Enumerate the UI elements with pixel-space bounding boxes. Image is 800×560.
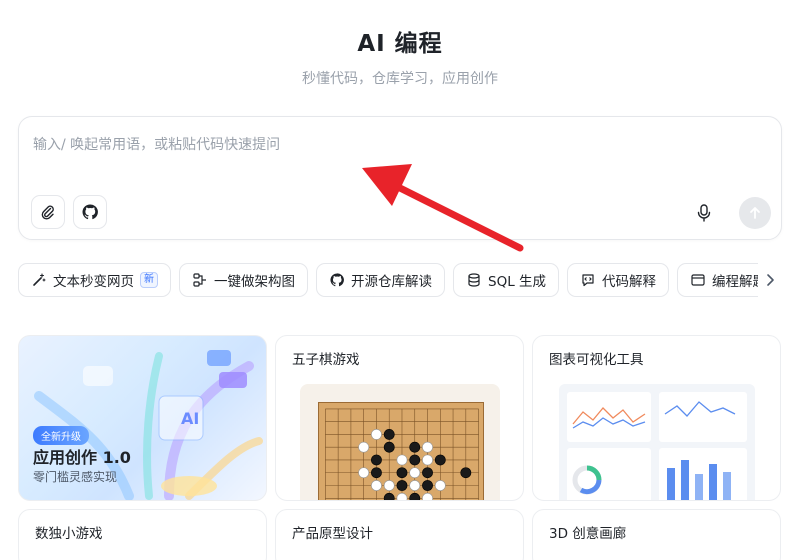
black-stone bbox=[396, 480, 408, 491]
white-stone bbox=[396, 492, 408, 500]
attach-button[interactable] bbox=[31, 195, 65, 229]
chip-label: 一键做架构图 bbox=[214, 274, 295, 290]
black-stone bbox=[383, 429, 395, 440]
chip-code-explain[interactable]: 代码解释 bbox=[567, 263, 670, 297]
database-icon bbox=[466, 272, 482, 288]
black-stone bbox=[422, 480, 433, 491]
template-card-gomoku[interactable]: 五子棋游戏 bbox=[275, 335, 524, 501]
template-card-prototype[interactable]: 产品原型设计 bbox=[275, 509, 524, 560]
gomoku-board bbox=[318, 402, 484, 500]
template-card-3d-gallery[interactable]: 3D 创意画廊 bbox=[532, 509, 781, 560]
white-stone bbox=[371, 480, 382, 491]
card-title: 图表可视化工具 bbox=[549, 352, 644, 368]
window-icon bbox=[690, 272, 706, 288]
white-stone bbox=[409, 467, 421, 479]
microphone-icon bbox=[697, 204, 711, 222]
chip-text-to-webpage[interactable]: 文本秒变网页 新 bbox=[18, 263, 171, 297]
white-stone bbox=[422, 492, 433, 500]
chip-label: 文本秒变网页 bbox=[53, 274, 134, 290]
chip-sql-generate[interactable]: SQL 生成 bbox=[453, 263, 560, 297]
white-stone bbox=[358, 467, 370, 479]
quick-actions-bar: 文本秒变网页 新 一键做架构图 开源仓库解读 SQL 生成 代码解释 编程解题 bbox=[18, 263, 758, 297]
gomoku-preview bbox=[300, 384, 500, 500]
white-stone bbox=[396, 454, 408, 466]
voice-input-button[interactable] bbox=[693, 201, 715, 225]
chat-input[interactable] bbox=[33, 133, 633, 157]
dashboard-preview bbox=[559, 384, 755, 500]
white-stone bbox=[358, 441, 370, 453]
black-stone bbox=[371, 467, 382, 479]
chip-repo-reading[interactable]: 开源仓库解读 bbox=[316, 263, 445, 297]
template-card-chart-tool[interactable]: 图表可视化工具 bbox=[532, 335, 781, 501]
card-title: 数独小游戏 bbox=[35, 526, 103, 542]
promo-card[interactable]: AI 全新升级 应用创作 1.0 零门槛灵感实现 bbox=[18, 335, 267, 501]
page-subtitle: 秒懂代码，仓库学习，应用创作 bbox=[302, 71, 498, 87]
chat-box bbox=[18, 116, 782, 240]
chips-scroll-right-button[interactable] bbox=[760, 270, 780, 290]
black-stone bbox=[396, 467, 408, 479]
new-badge: 新 bbox=[140, 272, 158, 288]
card-title: 五子棋游戏 bbox=[292, 352, 360, 368]
code-comment-icon bbox=[580, 272, 596, 288]
chip-label: SQL 生成 bbox=[488, 274, 547, 290]
diagram-icon bbox=[192, 272, 208, 288]
page-title: AI 编程 bbox=[357, 31, 443, 57]
black-stone bbox=[409, 492, 421, 500]
magic-wand-icon bbox=[31, 272, 47, 288]
white-stone bbox=[383, 480, 395, 491]
white-stone bbox=[422, 454, 433, 466]
promo-art-label: AI bbox=[181, 409, 199, 428]
promo-subtitle: 零门槛灵感实现 bbox=[33, 470, 118, 484]
black-stone bbox=[422, 467, 433, 479]
card-title: 3D 创意画廊 bbox=[549, 526, 627, 542]
github-icon bbox=[329, 272, 345, 288]
black-stone bbox=[371, 454, 382, 466]
promo-title: 应用创作 1.0 bbox=[33, 448, 131, 467]
promo-badge: 全新升级 bbox=[33, 426, 89, 445]
black-stone bbox=[409, 454, 421, 466]
black-stone bbox=[409, 441, 421, 453]
chip-label: 代码解释 bbox=[602, 274, 657, 290]
black-stone bbox=[383, 441, 395, 453]
white-stone bbox=[371, 429, 382, 440]
black-stone bbox=[383, 492, 395, 500]
white-stone bbox=[422, 441, 433, 453]
chevron-right-icon bbox=[767, 274, 774, 286]
template-card-sudoku[interactable]: 数独小游戏 bbox=[18, 509, 267, 560]
white-stone bbox=[434, 480, 446, 491]
paperclip-icon bbox=[41, 205, 54, 220]
arrow-up-icon bbox=[750, 207, 760, 219]
chip-label: 开源仓库解读 bbox=[351, 274, 432, 290]
black-stone bbox=[434, 454, 446, 466]
chip-architecture-diagram[interactable]: 一键做架构图 bbox=[179, 263, 308, 297]
github-button[interactable] bbox=[73, 195, 107, 229]
chip-label: 编程解题 bbox=[712, 274, 758, 290]
github-icon bbox=[82, 204, 98, 220]
card-title: 产品原型设计 bbox=[292, 526, 373, 542]
send-button[interactable] bbox=[739, 197, 771, 229]
black-stone bbox=[460, 467, 472, 479]
chip-coding-problem[interactable]: 编程解题 bbox=[677, 263, 758, 297]
white-stone bbox=[409, 480, 421, 491]
